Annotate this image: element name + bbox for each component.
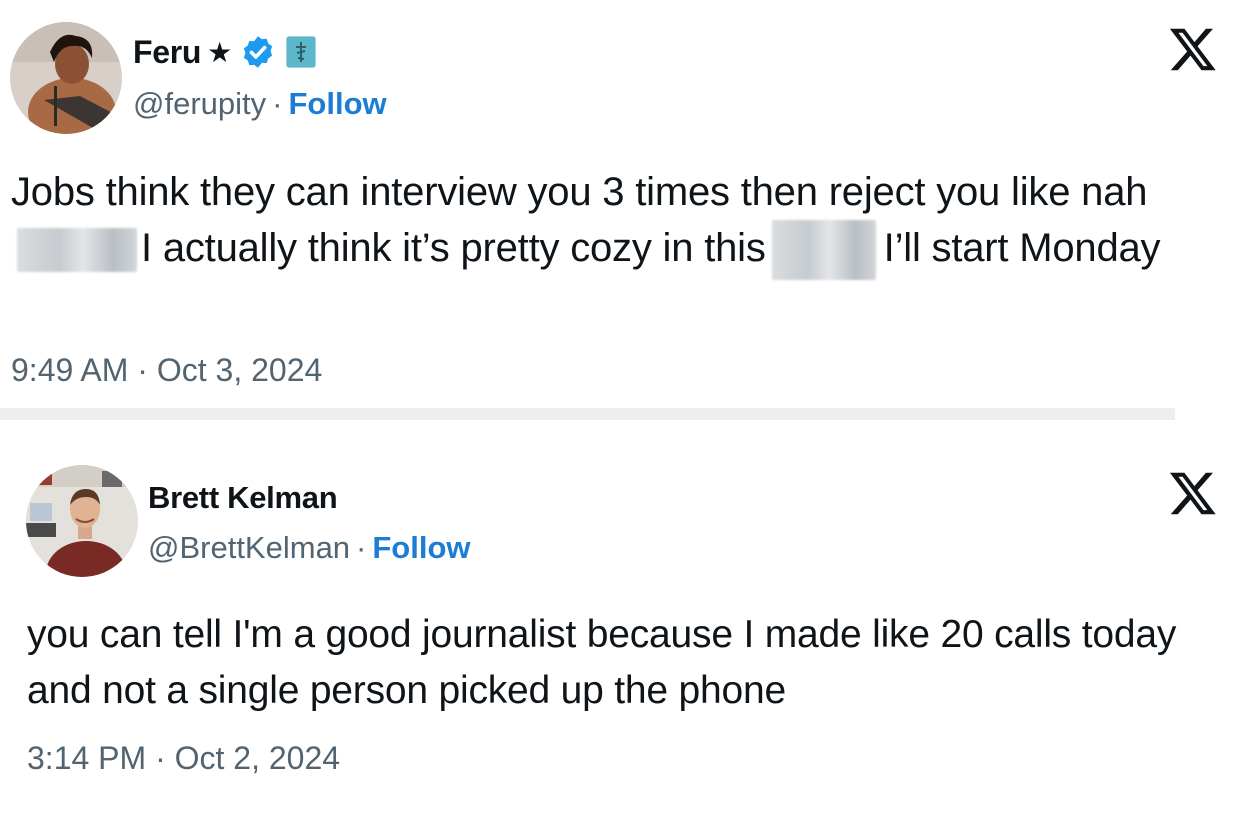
tweet-text: you can tell I'm a good journalist becau… [27,613,1177,712]
handle-row: @ferupity · Follow [133,82,387,126]
display-name[interactable]: Feru [133,34,201,71]
separator-dot: · [356,530,367,565]
tweet-text-part-2: I actually think it’s pretty cozy in thi… [141,226,766,270]
follow-link[interactable]: Follow [288,86,386,122]
name-star: ★ [207,36,233,68]
x-logo-icon[interactable] [1168,24,1218,74]
display-name[interactable]: Brett Kelman [148,480,338,516]
tweet-divider [0,408,1175,420]
author-name-row: Brett Kelman [148,478,338,518]
author-name-row: Feru ★ [133,30,317,74]
separator-dot: · [272,86,283,121]
user-handle[interactable]: @ferupity [133,86,266,122]
x-logo-icon[interactable] [1168,468,1218,518]
tweet-timestamp[interactable]: 9:49 AM · Oct 3, 2024 [11,352,322,389]
user-handle[interactable]: @BrettKelman [148,530,350,566]
tweet-timestamp[interactable]: 3:14 PM · Oct 2, 2024 [27,740,340,777]
avatar-image-brett-kelman [26,465,138,577]
verified-badge-icon [240,34,276,70]
tweet-text-part-3: I’ll start Monday [883,226,1161,270]
handle-row: @BrettKelman · Follow [148,528,471,568]
follow-link[interactable]: Follow [372,530,470,566]
avatar[interactable] [26,465,138,577]
tweet-text-part-1: Jobs think they can interview you 3 time… [11,170,1148,214]
tweet-card-brett-kelman: Brett Kelman @BrettKelman · Follow you c… [0,420,1245,830]
tweet-text: Jobs think they can interview you 3 time… [11,164,1236,281]
avatar-image-feru [10,22,122,134]
affiliate-badge-icon[interactable] [286,36,317,68]
tweet-card-feru: Feru ★ @ferupity · Follow Jobs think the… [0,0,1245,408]
avatar[interactable] [10,22,122,134]
redacted-emoji-1 [17,228,137,273]
redacted-emoji-2 [771,220,876,281]
